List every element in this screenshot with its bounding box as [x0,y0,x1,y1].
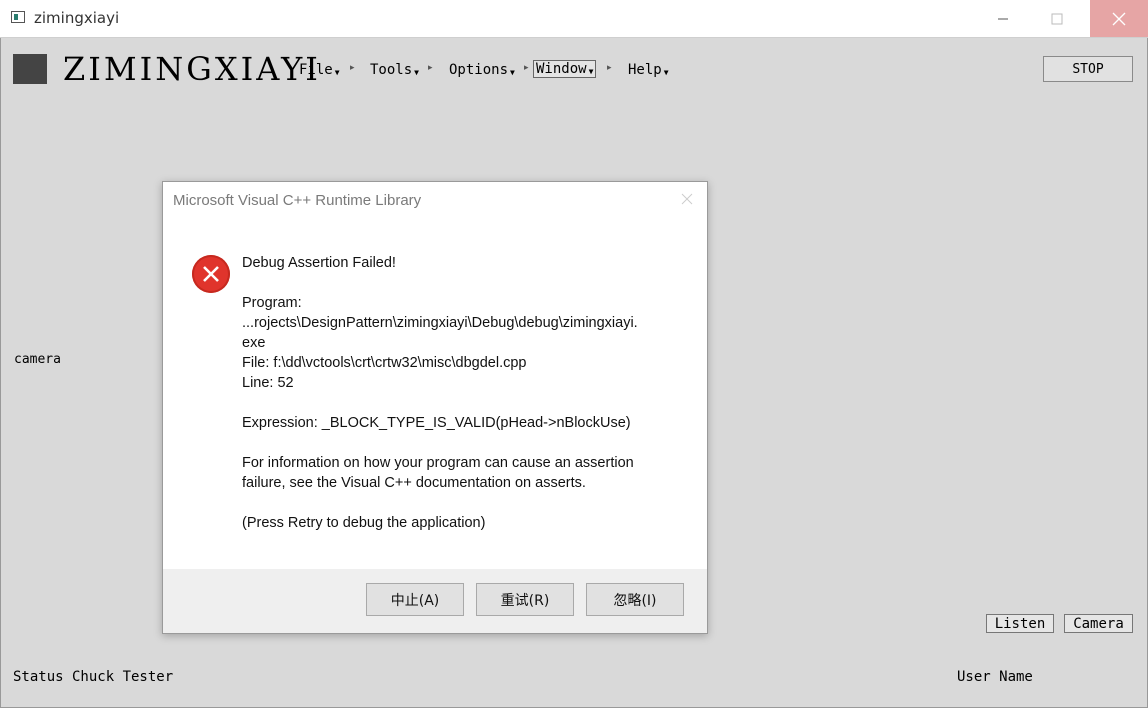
menu-file[interactable]: File ▼ [299,62,340,78]
user-name-label: User Name [957,669,1033,685]
menu-help[interactable]: Help ▼ [628,62,669,78]
app-name: ZIMINGXIAYI [63,50,321,88]
line-number: Line: 52 [242,375,294,391]
app-window-icon [11,11,25,23]
program-path: ...rojects\DesignPattern\zimingxiayi\Deb… [242,315,638,331]
menu-options-label: Options [449,62,509,78]
chevron-down-icon: ▼ [334,67,340,77]
ignore-button[interactable]: 忽略(I) [586,583,684,616]
listen-button[interactable]: Listen [986,614,1054,633]
menu-help-label: Help [628,62,662,78]
info-text-1: For information on how your program can … [242,455,634,471]
expression-text: Expression: _BLOCK_TYPE_IS_VALID(pHead->… [242,415,631,431]
maximize-icon [1051,13,1063,24]
menu-separator: ▸ [607,63,612,73]
retry-button[interactable]: 重试(R) [476,583,574,616]
dialog-title: Microsoft Visual C++ Runtime Library [173,192,422,209]
info-text-2: failure, see the Visual C++ documentatio… [242,475,586,491]
status-text: Status Chuck Tester [13,669,174,685]
dialog-message: Debug Assertion Failed! Program: ...roje… [242,253,682,533]
dialog-footer: 中止(A) 重试(R) 忽略(I) [163,569,707,633]
maximize-button[interactable] [1034,0,1080,37]
logo-icon [13,54,47,84]
chevron-down-icon: ▼ [663,67,669,77]
retry-hint: (Press Retry to debug the application) [242,515,486,531]
menu-separator: ▸ [350,63,355,73]
minimize-button[interactable] [980,0,1026,37]
window-titlebar: zimingxiayi [0,0,1148,38]
assertion-dialog: Microsoft Visual C++ Runtime Library Deb… [162,181,708,634]
close-icon [1112,12,1126,25]
stop-button[interactable]: STOP [1043,56,1133,82]
program-label: Program: [242,295,302,311]
menu-tools[interactable]: Tools ▼ [370,62,419,78]
menu-separator: ▸ [428,63,433,73]
minimize-icon [998,18,1008,19]
dialog-heading: Debug Assertion Failed! [242,255,396,271]
menu-file-label: File [299,62,333,78]
menu-options[interactable]: Options ▼ [449,62,515,78]
chevron-down-icon: ▼ [414,67,419,77]
chevron-down-icon: ▼ [588,66,594,76]
menu-window[interactable]: Window ▼ [533,60,597,78]
camera-label: camera [14,352,61,367]
abort-button[interactable]: 中止(A) [366,583,464,616]
menu-window-label: Window [536,61,587,77]
menu-tools-label: Tools [370,62,413,78]
close-button[interactable] [1090,0,1148,37]
window-title: zimingxiayi [34,9,120,27]
dialog-close-button[interactable] [681,188,693,211]
file-line: File: f:\dd\vctools\crt\crtw32\misc\dbgd… [242,355,527,371]
error-icon [192,255,230,293]
chevron-down-icon: ▼ [510,67,515,77]
close-icon [681,193,693,205]
program-ext: exe [242,335,266,351]
camera-button[interactable]: Camera [1064,614,1133,633]
menu-separator: ▸ [524,63,529,73]
